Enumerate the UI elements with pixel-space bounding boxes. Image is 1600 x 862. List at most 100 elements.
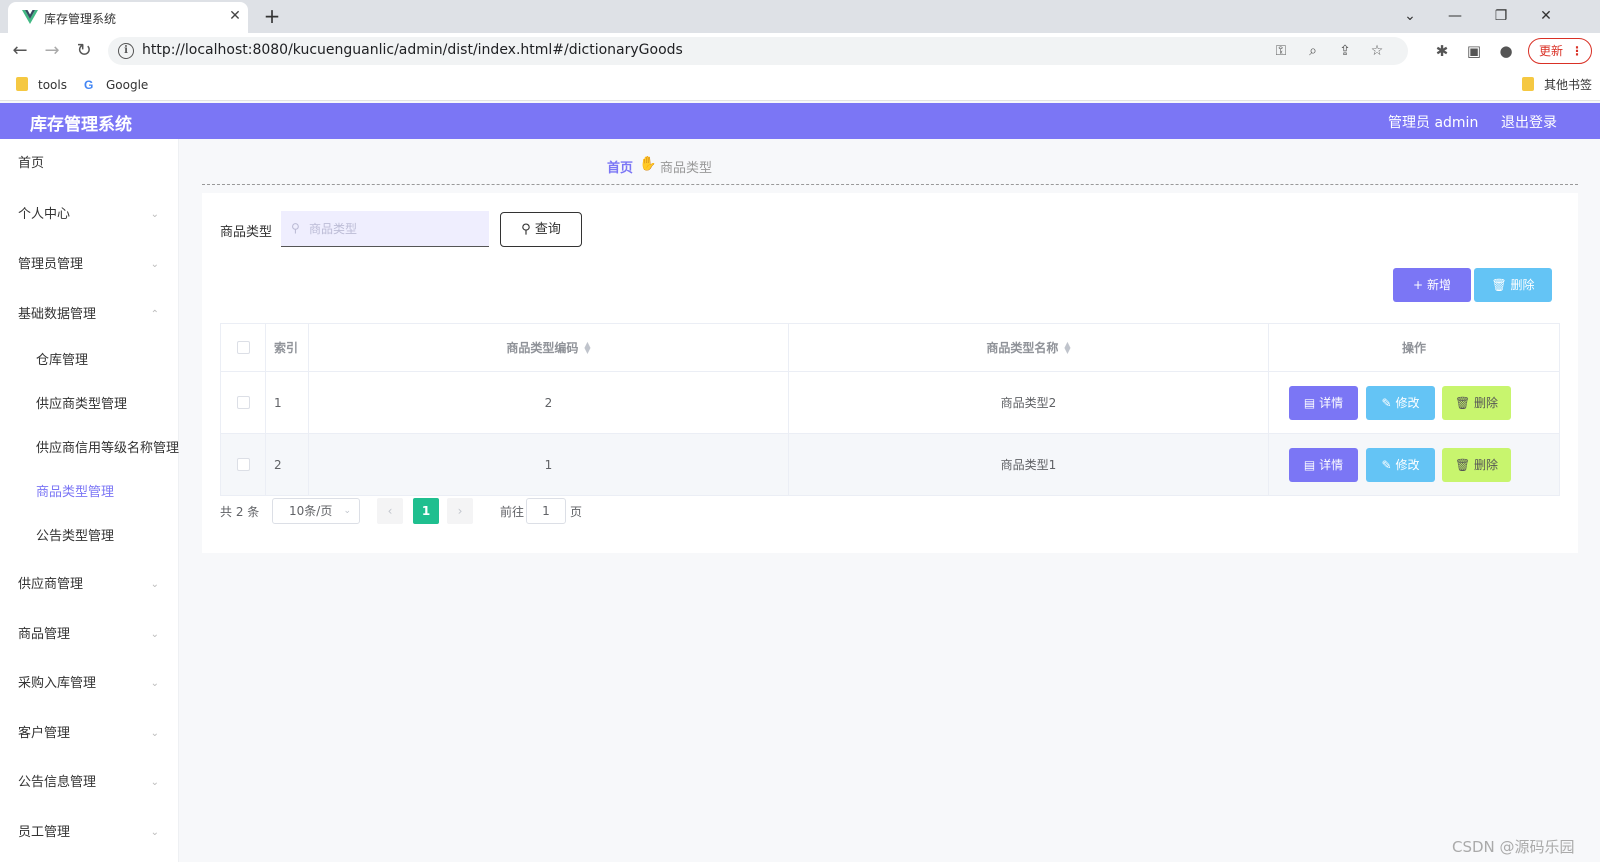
sidebar-item-supplier-credit[interactable]: 供应商信用等级名称管理 [0, 434, 179, 464]
page-size-select[interactable]: 10条/页 ⌄ [272, 498, 360, 524]
page-number-current[interactable]: 1 [413, 498, 439, 524]
add-button[interactable]: + 新增 [1393, 268, 1471, 302]
tab-title: 库存管理系统 [44, 12, 117, 26]
bookmark-label: 其他书签 [1544, 78, 1593, 92]
batch-delete-label: 删除 [1510, 278, 1535, 292]
search-label: 商品类型 [220, 225, 273, 240]
sidebar-item-notice-type[interactable]: 公告类型管理 [0, 522, 179, 552]
sidebar-item-suppliers[interactable]: 供应商管理 ⌄ [0, 570, 179, 600]
tab-search-icon[interactable]: ⌄ [1395, 4, 1425, 28]
sidebar-item-goods[interactable]: 商品管理 ⌄ [0, 620, 179, 650]
sidebar-item-label: 供应商信用等级名称管理 [36, 441, 180, 456]
share-icon[interactable]: ⇪ [1335, 41, 1355, 61]
row-checkbox[interactable] [236, 396, 250, 409]
key-icon[interactable]: ⚿ [1271, 41, 1291, 61]
tab-close-icon[interactable]: ✕ [226, 7, 244, 25]
detail-button[interactable]: ▤ 详情 [1289, 448, 1358, 482]
document-icon: ▤ [1303, 458, 1316, 472]
edit-label: 修改 [1395, 458, 1420, 472]
delete-button[interactable]: 🗑 删除 [1442, 448, 1511, 482]
sidebar-item-warehouse[interactable]: 仓库管理 [0, 346, 179, 376]
row-name: 商品类型2 [788, 372, 1268, 433]
batch-delete-button[interactable]: 🗑 删除 [1474, 268, 1552, 302]
next-page-button[interactable]: › [447, 498, 473, 524]
row-code: 1 [308, 434, 788, 495]
sidebar-item-label: 客户管理 [18, 726, 71, 741]
detail-label: 详情 [1319, 396, 1344, 410]
sort-icon[interactable]: ▲ ▼ [584, 340, 590, 354]
sidebar-item-supplier-type[interactable]: 供应商类型管理 [0, 390, 179, 420]
browser-tab[interactable]: 库存管理系统 ✕ [8, 2, 248, 33]
select-all-checkbox[interactable] [236, 341, 250, 354]
menu-dots-icon: ⋮ [1571, 44, 1583, 58]
chevron-down-icon: ⌄ [343, 506, 351, 516]
edit-button[interactable]: ✎ 修改 [1366, 386, 1435, 420]
sidebar-item-label: 公告信息管理 [18, 775, 97, 790]
omnibox[interactable]: i http://localhost:8080/kucuenguanlic/ad… [108, 37, 1408, 65]
forward-icon[interactable]: → [40, 39, 64, 63]
watermark: CSDN @源码乐园 [1452, 838, 1575, 856]
sidebar-item-label: 首页 [18, 156, 45, 171]
bookmark-tools[interactable]: tools [16, 77, 67, 93]
header-code[interactable]: 商品类型编码 ▲ ▼ [308, 324, 788, 371]
bookmark-label: tools [38, 78, 67, 92]
sort-icon[interactable]: ▲ ▼ [1064, 340, 1070, 354]
plus-icon: + [1413, 278, 1424, 292]
zoom-icon[interactable]: ⌕ [1303, 41, 1323, 61]
profile-icon[interactable]: ● [1495, 40, 1517, 62]
header-name[interactable]: 商品类型名称 ▲ ▼ [788, 324, 1268, 371]
hand-pointer-icon: ✋ [639, 156, 657, 172]
bookmark-other[interactable]: 其他书签 [1522, 77, 1592, 93]
info-icon[interactable]: i [118, 43, 134, 59]
logout-link[interactable]: 退出登录 [1501, 112, 1557, 132]
chevron-up-icon: ⌃ [150, 309, 159, 320]
sidebar-item-admins[interactable]: 管理员管理 ⌄ [0, 250, 179, 280]
close-window-icon[interactable]: ✕ [1531, 4, 1561, 28]
url-text[interactable]: http://localhost:8080/kucuenguanlic/admi… [142, 42, 683, 58]
sidebar-item-notices[interactable]: 公告信息管理 ⌄ [0, 768, 179, 798]
app-title: 库存管理系统 [30, 115, 132, 135]
browser-tabbar: 库存管理系统 ✕ + ⌄ — ❐ ✕ [0, 0, 1600, 33]
sidebar-item-customers[interactable]: 客户管理 ⌄ [0, 719, 179, 749]
reload-icon[interactable]: ↻ [72, 39, 96, 63]
restore-icon[interactable]: ❐ [1486, 4, 1516, 28]
bookmarks-bar: tools G Google 其他书签 [0, 69, 1600, 101]
pencil-icon: ✎ [1381, 458, 1392, 472]
sidebar-item-goods-type[interactable]: 商品类型管理 [0, 478, 179, 508]
edit-button[interactable]: ✎ 修改 [1366, 448, 1435, 482]
breadcrumb-home[interactable]: 首页 [607, 157, 633, 176]
row-checkbox[interactable] [236, 458, 250, 471]
star-icon[interactable]: ☆ [1367, 41, 1387, 61]
goto-page-input[interactable] [526, 498, 566, 524]
extensions-icon[interactable]: ✱ [1431, 40, 1453, 62]
bookmark-google[interactable]: G Google [84, 77, 148, 93]
header-index: 索引 [265, 324, 308, 371]
sidebar-item-purchase-in[interactable]: 采购入库管理 ⌄ [0, 669, 179, 699]
sidepanel-icon[interactable]: ▣ [1463, 40, 1485, 62]
folder-icon [1522, 77, 1534, 91]
chevron-down-icon: ⌄ [150, 629, 159, 640]
detail-button[interactable]: ▤ 详情 [1289, 386, 1358, 420]
sidebar: 首页 个人中心 ⌄ 管理员管理 ⌄ 基础数据管理 ⌃ 仓库管理 供应商类型管理 供应商… [0, 139, 179, 862]
sidebar-item-label: 基础数据管理 [18, 307, 97, 322]
google-icon: G [84, 78, 94, 92]
minimize-icon[interactable]: — [1440, 4, 1470, 28]
sidebar-item-basic-data[interactable]: 基础数据管理 ⌃ [0, 300, 179, 330]
document-icon: ▤ [1303, 396, 1316, 410]
sidebar-item-label: 个人中心 [18, 207, 71, 222]
search-input[interactable] [281, 211, 489, 247]
sidebar-item-staff[interactable]: 员工管理 ⌄ [0, 818, 179, 848]
chevron-down-icon: ⌄ [150, 827, 159, 838]
delete-label: 删除 [1474, 396, 1499, 410]
chevron-down-icon: ⌄ [150, 777, 159, 788]
delete-button[interactable]: 🗑 删除 [1442, 386, 1511, 420]
sidebar-item-profile[interactable]: 个人中心 ⌄ [0, 200, 179, 230]
trash-icon: 🗑 [1491, 278, 1507, 292]
prev-page-button[interactable]: ‹ [377, 498, 403, 524]
back-icon[interactable]: ← [8, 39, 32, 63]
new-tab-button[interactable]: + [260, 4, 284, 28]
query-button[interactable]: ⚲ 查询 [500, 212, 582, 247]
sidebar-item-home[interactable]: 首页 [0, 149, 179, 179]
address-bar: ← → ↻ i http://localhost:8080/kucuenguan… [0, 33, 1600, 69]
update-button[interactable]: 更新 ⋮ [1528, 38, 1592, 64]
